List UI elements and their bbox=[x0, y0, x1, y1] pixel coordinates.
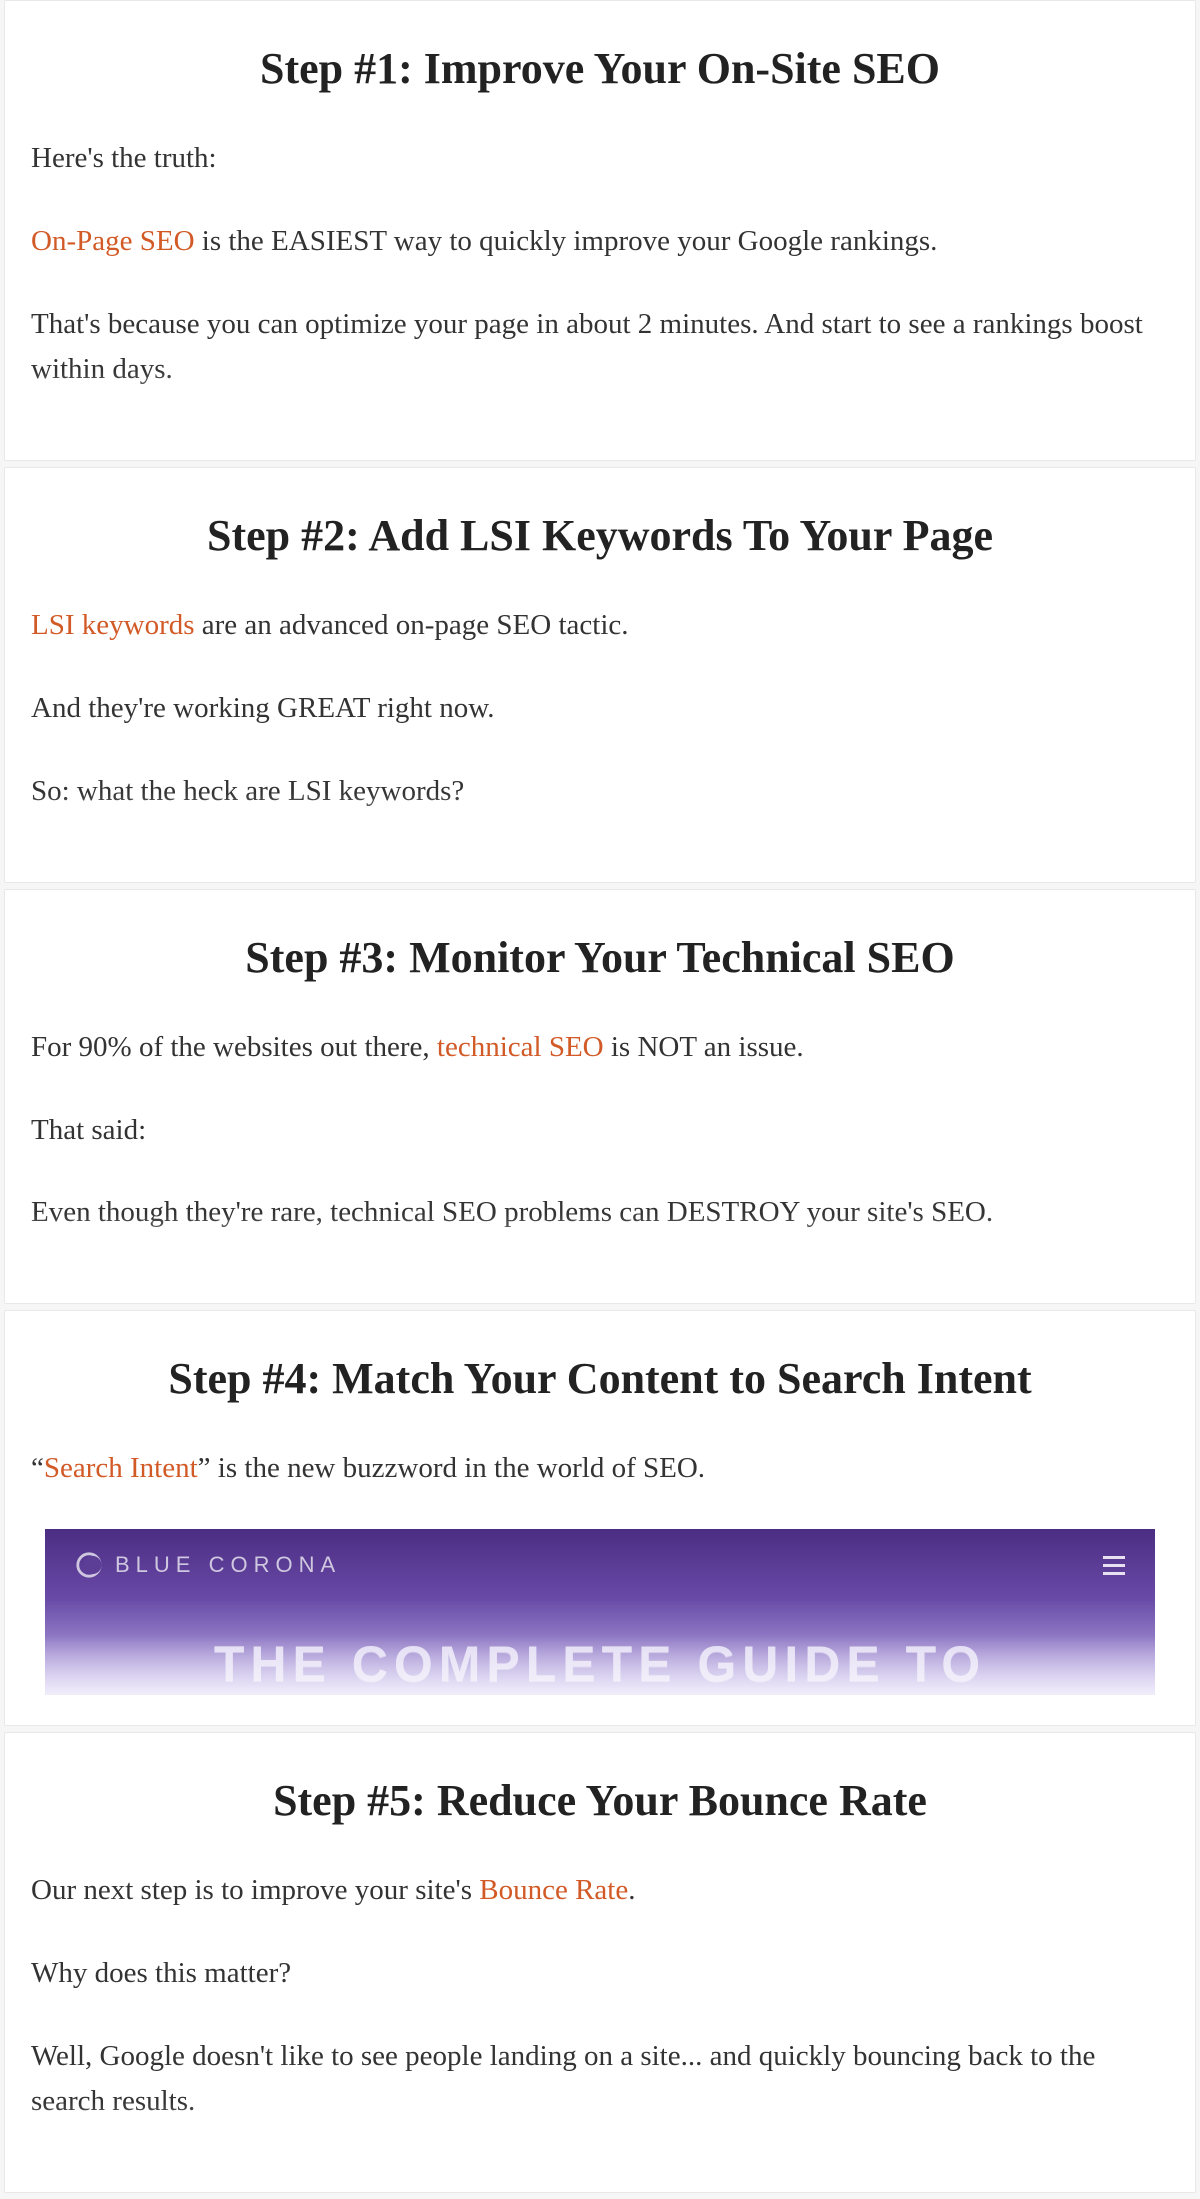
step-title: Step #3: Monitor Your Technical SEO bbox=[31, 930, 1169, 985]
step-card-2: Step #2: Add LSI Keywords To Your Page L… bbox=[4, 467, 1196, 883]
step-card-1: Step #1: Improve Your On-Site SEO Here's… bbox=[4, 0, 1196, 461]
blue-corona-logo: BLUE CORONA bbox=[75, 1551, 341, 1579]
search-intent-link[interactable]: Search Intent bbox=[44, 1452, 198, 1484]
body-text: Why does this matter? bbox=[31, 1951, 1169, 1996]
body-text: Here's the truth: bbox=[31, 136, 1169, 181]
body-text-span: “ bbox=[31, 1452, 44, 1484]
body-text: For 90% of the websites out there, techn… bbox=[31, 1025, 1169, 1070]
step-title: Step #2: Add LSI Keywords To Your Page bbox=[31, 508, 1169, 563]
body-text: Well, Google doesn't like to see people … bbox=[31, 2034, 1169, 2124]
embed-body: THE COMPLETE GUIDE TO bbox=[45, 1601, 1155, 1695]
body-text: That's because you can optimize your pag… bbox=[31, 302, 1169, 392]
body-text-span: Our next step is to improve your site's bbox=[31, 1874, 479, 1906]
step-card-3: Step #3: Monitor Your Technical SEO For … bbox=[4, 889, 1196, 1305]
body-text: “Search Intent” is the new buzzword in t… bbox=[31, 1446, 1169, 1491]
logo-crescent-icon bbox=[75, 1551, 103, 1579]
hamburger-menu-icon[interactable] bbox=[1103, 1556, 1125, 1575]
body-text-span: ” is the new buzzword in the world of SE… bbox=[198, 1452, 705, 1484]
step-title: Step #4: Match Your Content to Search In… bbox=[31, 1351, 1169, 1406]
body-text: Our next step is to improve your site's … bbox=[31, 1868, 1169, 1913]
embedded-site-preview: BLUE CORONA THE COMPLETE GUIDE TO bbox=[45, 1529, 1155, 1695]
body-text: Even though they're rare, technical SEO … bbox=[31, 1190, 1169, 1235]
body-text: So: what the heck are LSI keywords? bbox=[31, 769, 1169, 814]
body-text: On-Page SEO is the EASIEST way to quickl… bbox=[31, 219, 1169, 264]
step-title: Step #5: Reduce Your Bounce Rate bbox=[31, 1773, 1169, 1828]
body-text: That said: bbox=[31, 1108, 1169, 1153]
step-title: Step #1: Improve Your On-Site SEO bbox=[31, 41, 1169, 96]
body-text-span: is NOT an issue. bbox=[604, 1031, 804, 1063]
on-page-seo-link[interactable]: On-Page SEO bbox=[31, 225, 195, 257]
body-text-span: For 90% of the websites out there, bbox=[31, 1031, 437, 1063]
body-text-span: are an advanced on-page SEO tactic. bbox=[195, 609, 629, 641]
lsi-keywords-link[interactable]: LSI keywords bbox=[31, 609, 195, 641]
bounce-rate-link[interactable]: Bounce Rate bbox=[479, 1874, 628, 1906]
embed-body-heading: THE COMPLETE GUIDE TO bbox=[214, 1635, 986, 1693]
embed-header: BLUE CORONA bbox=[45, 1529, 1155, 1601]
body-text-span: is the EASIEST way to quickly improve yo… bbox=[195, 225, 938, 257]
body-text-span: . bbox=[628, 1874, 635, 1906]
body-text: LSI keywords are an advanced on-page SEO… bbox=[31, 603, 1169, 648]
step-card-4: Step #4: Match Your Content to Search In… bbox=[4, 1310, 1196, 1726]
technical-seo-link[interactable]: technical SEO bbox=[437, 1031, 604, 1063]
body-text: And they're working GREAT right now. bbox=[31, 686, 1169, 731]
logo-text: BLUE CORONA bbox=[115, 1552, 341, 1578]
step-card-5: Step #5: Reduce Your Bounce Rate Our nex… bbox=[4, 1732, 1196, 2193]
